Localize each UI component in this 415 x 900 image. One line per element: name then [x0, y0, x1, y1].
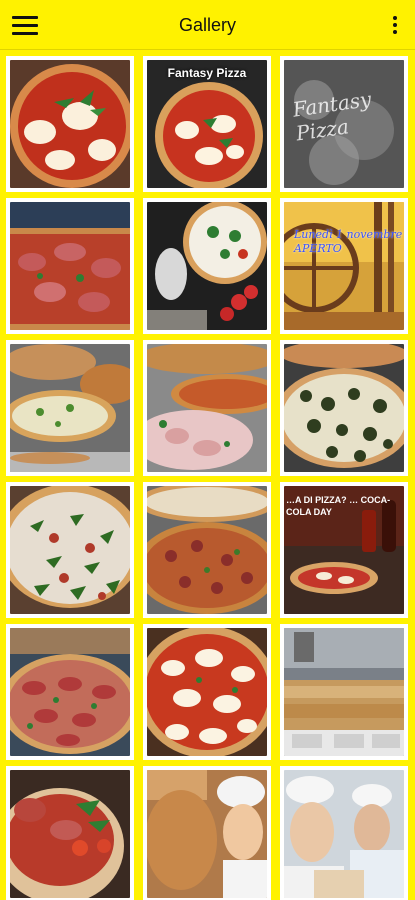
gallery-photo: Lunedì 1 novembre APERTO [284, 202, 404, 330]
more-vertical-icon[interactable] [385, 12, 405, 38]
gallery-photo [10, 60, 130, 188]
gallery-item[interactable] [143, 340, 271, 476]
gallery-photo [10, 344, 130, 472]
gallery-photo [284, 628, 404, 756]
gallery-item[interactable] [143, 766, 271, 900]
page-title: Gallery [178, 15, 236, 35]
gallery-item[interactable] [280, 340, 408, 476]
ad-text: …A DI PIZZA? … COCA-COLA DAY [286, 495, 391, 517]
gallery-item[interactable] [143, 482, 271, 618]
gallery-item[interactable]: Fantasy Pizza [280, 56, 408, 192]
gallery-photo [284, 344, 404, 472]
gallery-photo: …A DI PIZZA? … COCA-COLA DAY [284, 486, 404, 614]
gallery-photo [284, 770, 404, 898]
gallery-item[interactable]: …A DI PIZZA? … COCA-COLA DAY [280, 482, 408, 618]
gallery-item[interactable] [280, 624, 408, 760]
gallery-item[interactable] [6, 766, 134, 900]
gallery-item[interactable] [6, 198, 134, 334]
gallery-photo [10, 202, 130, 330]
gallery-item[interactable] [143, 624, 271, 760]
gallery-photo [147, 628, 267, 756]
gallery-item[interactable] [143, 198, 271, 334]
gallery-photo [10, 486, 130, 614]
gallery-photo [10, 628, 130, 756]
gallery-photo [147, 770, 267, 898]
gallery-item[interactable] [6, 340, 134, 476]
gallery-item[interactable]: Lunedì 1 novembre APERTO [280, 198, 408, 334]
gallery-photo [147, 202, 267, 330]
gallery-item[interactable]: Fantasy Pizza [143, 56, 271, 192]
gallery-item[interactable] [6, 624, 134, 760]
gallery-photo: Fantasy Pizza [284, 60, 404, 188]
gallery-photo [147, 486, 267, 614]
gallery-photo [10, 770, 130, 898]
gallery-grid: Fantasy Pizza Fantasy Pizza Lunedì 1 nov… [6, 56, 409, 900]
photo-caption: Fantasy Pizza [167, 66, 247, 80]
app-bar: Gallery [0, 0, 415, 50]
gallery-item[interactable] [6, 56, 134, 192]
gallery-item[interactable] [6, 482, 134, 618]
sign-text: Lunedì 1 novembre APERTO [294, 228, 403, 255]
gallery-photo: Fantasy Pizza [147, 60, 267, 188]
gallery-photo [147, 344, 267, 472]
gallery-item[interactable] [280, 766, 408, 900]
